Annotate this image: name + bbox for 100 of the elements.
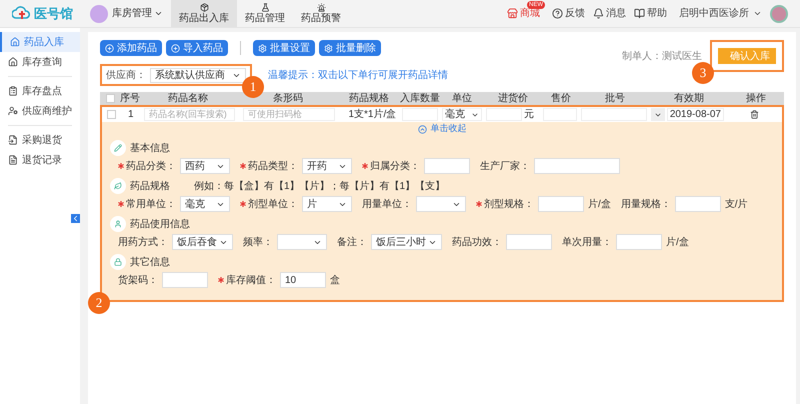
user-settings-icon xyxy=(8,106,18,116)
callout-marker: 2 xyxy=(88,292,110,314)
sidebar-item[interactable]: 供应商维护 xyxy=(0,101,80,121)
required-icon xyxy=(118,201,124,207)
delete-icon[interactable] xyxy=(750,110,759,119)
nav-tab[interactable]: 药品出入库 xyxy=(171,0,237,27)
help-icon xyxy=(552,8,563,19)
plus-icon xyxy=(105,44,114,52)
select-field[interactable]: 毫克 xyxy=(180,196,230,212)
field-label: 常用单位： xyxy=(126,198,176,212)
caret-icon xyxy=(753,9,762,18)
sidebar-item[interactable]: 采购退货 xyxy=(0,130,80,150)
nav-tab[interactable]: 药品管理 xyxy=(237,0,293,27)
table-cell-text: 1支*1片/盒 xyxy=(347,108,398,122)
column-header: 单位 xyxy=(451,92,473,106)
toolbar-button[interactable]: 添加药品 xyxy=(100,40,162,56)
store-icon xyxy=(507,8,518,19)
lock-icon xyxy=(114,258,122,266)
select-field[interactable]: 饭后吞食 xyxy=(172,234,233,250)
document-icon xyxy=(8,155,18,165)
flask-icon xyxy=(260,3,270,12)
sidebar-item[interactable]: 退货记录 xyxy=(0,150,80,170)
row-checkbox[interactable] xyxy=(107,110,116,119)
input-field[interactable] xyxy=(534,158,620,174)
select-field[interactable]: 西药 xyxy=(180,158,230,174)
required-icon xyxy=(362,163,368,169)
logo-icon xyxy=(12,6,30,22)
field-label: 备注： xyxy=(337,236,367,250)
sale-price-field[interactable] xyxy=(543,108,578,121)
price-field[interactable] xyxy=(486,108,522,121)
toolbar-button[interactable]: 导入药品 xyxy=(166,40,228,56)
select-field[interactable] xyxy=(277,234,327,250)
unit-select[interactable]: 毫克 xyxy=(442,108,482,121)
quantity-field[interactable] xyxy=(402,108,438,121)
user-avatar[interactable] xyxy=(770,4,788,22)
section-title: 其它信息 xyxy=(130,256,170,270)
header-link[interactable]: 消息 xyxy=(606,6,626,21)
select-field[interactable] xyxy=(416,196,466,212)
bell-icon xyxy=(593,8,604,19)
input-field[interactable] xyxy=(506,234,552,250)
select-field[interactable]: 饭后三小时 xyxy=(371,234,442,250)
select-all-checkbox[interactable] xyxy=(106,94,114,103)
expiry-field[interactable]: 2019-08-07 xyxy=(666,108,724,121)
clinic-menu[interactable]: 启明中西医诊所 xyxy=(679,6,762,21)
required-icon xyxy=(118,163,124,169)
field-label: 归属分类： xyxy=(370,160,420,174)
collapse-link[interactable]: 单击收起 xyxy=(430,122,466,136)
required-icon xyxy=(218,277,224,283)
field-label: 剂型规格： xyxy=(484,198,534,212)
header-link[interactable]: 帮助 xyxy=(647,6,667,21)
toolbar-button[interactable]: 批量删除 xyxy=(319,40,381,56)
field-label: 用量单位： xyxy=(362,198,412,212)
barcode-field[interactable]: 可使用扫码枪 xyxy=(243,108,335,122)
column-header: 进货价 xyxy=(497,92,529,106)
unit-label: 盒 xyxy=(330,274,340,288)
field-label: 药品功效： xyxy=(452,236,502,250)
sidebar-item[interactable]: 库存查询 xyxy=(0,52,80,72)
column-header: 售价 xyxy=(550,92,572,106)
house-icon xyxy=(10,37,20,47)
sidebar-item[interactable]: 库存盘点 xyxy=(0,81,80,101)
input-field[interactable] xyxy=(424,158,470,174)
row-number: 1 xyxy=(127,108,135,122)
supplier-label: 供应商： xyxy=(106,68,146,82)
collapse-sidebar-icon[interactable] xyxy=(71,214,80,223)
plus-icon xyxy=(171,44,180,52)
caret-icon xyxy=(154,9,163,18)
clipboard-icon xyxy=(8,86,18,96)
file-import-icon xyxy=(8,135,18,145)
batch-field[interactable] xyxy=(581,108,647,121)
column-header: 药品规格 xyxy=(348,92,390,106)
field-label: 用药方式： xyxy=(118,236,168,250)
column-header: 药品名称 xyxy=(167,92,209,106)
nav-tab[interactable]: 药品预警 xyxy=(293,0,349,27)
sidebar-item[interactable]: 药品入库 xyxy=(0,32,80,52)
input-field[interactable] xyxy=(616,234,662,250)
column-header: 入库数量 xyxy=(400,92,440,106)
field-label: 用量规格： xyxy=(620,198,671,212)
drug-name-field[interactable]: 药品名称(回车搜索) xyxy=(144,108,236,122)
toolbar-button[interactable]: 批量设置 xyxy=(253,40,315,56)
input-field[interactable] xyxy=(162,272,208,288)
select-field[interactable]: 开药 xyxy=(302,158,352,174)
input-field[interactable]: 10 xyxy=(280,272,326,288)
settings-icon xyxy=(258,44,267,52)
expiry-select[interactable] xyxy=(650,108,665,121)
module-menu[interactable]: 库房管理 xyxy=(112,6,163,21)
section-note: 例如：每【盒】有【1】【片】；每【片】有【1】【支】 xyxy=(194,180,446,194)
field-label: 频率： xyxy=(243,236,273,250)
select-field[interactable]: 片 xyxy=(302,196,352,212)
hint-text: 温馨提示：双击以下单行可展开药品详情 xyxy=(268,68,448,82)
field-label: 药品类型： xyxy=(248,160,298,174)
callout-marker: 3 xyxy=(692,62,714,84)
column-header: 操作 xyxy=(745,92,767,106)
maker-text: 制单人：测试医生 xyxy=(622,50,702,64)
box-icon xyxy=(200,3,208,12)
input-field[interactable] xyxy=(538,196,584,212)
column-header: 序号 xyxy=(120,92,138,106)
header-link[interactable]: 反馈 xyxy=(565,6,585,21)
user-icon xyxy=(114,220,122,228)
input-field[interactable] xyxy=(674,196,721,212)
supplier-select[interactable]: 系统默认供应商 xyxy=(150,68,246,82)
